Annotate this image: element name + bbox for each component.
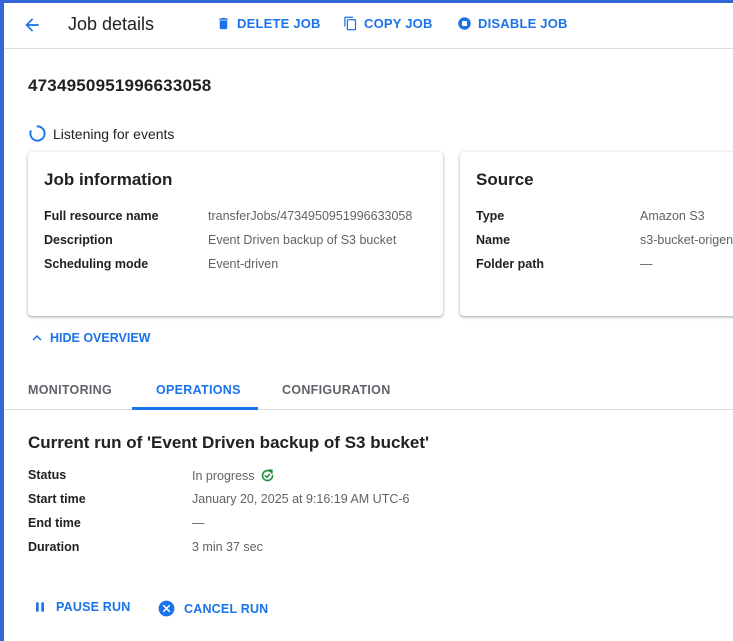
run-detail-value: In progress [192,468,275,483]
disable-job-label: DISABLE JOB [478,16,568,31]
job-status: Listening for events [28,124,174,143]
info-row: Description Event Driven backup of S3 bu… [44,233,396,247]
tab-operations[interactable]: OPERATIONS [156,383,241,397]
info-label: Full resource name [44,209,159,223]
stop-circle-icon [458,17,471,30]
run-detail-value: January 20, 2025 at 9:16:19 AM UTC-6 [192,492,410,506]
hide-overview-label: HIDE OVERVIEW [50,331,151,345]
info-label: Scheduling mode [44,257,149,271]
source-row: Name s3-bucket-origen [476,233,733,247]
source-label: Folder path [476,257,545,271]
tab-configuration[interactable]: CONFIGURATION [282,383,391,397]
page-header: Job details DELETE JOB COPY JOB DISABLE … [4,3,733,49]
hide-overview-button[interactable]: HIDE OVERVIEW [28,329,150,347]
source-value: — [640,257,653,271]
run-detail-label: Status [28,468,67,482]
page-title: Job details [68,14,155,34]
disable-job-button[interactable]: DISABLE JOB [457,16,568,31]
trash-icon [219,17,228,30]
copy-job-button[interactable]: COPY JOB [343,16,433,31]
info-row: Scheduling mode Event-driven [44,257,278,271]
cancel-icon [158,600,175,617]
run-detail-value: — [192,516,205,530]
pause-icon [36,602,44,612]
in-progress-icon [261,469,273,482]
run-detail-row: Start time January 20, 2025 at 9:16:19 A… [28,492,410,506]
info-row: Full resource name transferJobs/47349509… [44,209,412,223]
job-status-text: Listening for events [53,125,175,142]
pause-run-button[interactable]: PAUSE RUN [32,599,131,615]
copy-job-label: COPY JOB [364,16,433,31]
tab-bar: MONITORING OPERATIONS CONFIGURATION [4,373,733,410]
info-value: Event-driven [208,257,279,271]
current-run-title: Current run of 'Event Driven backup of S… [28,433,430,452]
loading-spinner-icon [29,125,46,142]
cancel-run-button[interactable]: CANCEL RUN [157,599,268,618]
delete-job-button[interactable]: DELETE JOB [216,16,321,31]
info-value: transferJobs/4734950951996633058 [208,209,413,223]
source-value: s3-bucket-origen [640,233,733,247]
run-detail-row: Status In progress [28,468,275,483]
source-row: Folder path — [476,257,653,271]
run-detail-value: 3 min 37 sec [192,540,263,554]
run-status-text: In progress [192,468,255,483]
source-label: Type [476,209,505,223]
job-details-page: Job details DELETE JOB COPY JOB DISABLE … [4,3,733,641]
copy-icon [344,16,357,31]
info-label: Description [44,233,113,247]
job-id: 4734950951996633058 [28,76,212,95]
run-detail-row: End time — [28,516,205,530]
cancel-run-label: CANCEL RUN [184,601,269,616]
source-row: Type Amazon S3 [476,209,705,223]
run-detail-label: Start time [28,492,86,506]
back-button[interactable] [20,13,44,37]
active-tab-indicator [132,407,258,410]
job-information-card: Job information Full resource name trans… [28,152,443,316]
chevron-up-icon [32,335,42,341]
source-card: Source Type Amazon S3 Name s3-bucket-ori… [460,152,733,316]
source-title: Source [476,170,534,189]
source-label: Name [476,233,511,247]
delete-job-label: DELETE JOB [237,16,321,31]
job-information-title: Job information [44,170,173,189]
run-detail-label: End time [28,516,81,530]
tab-monitoring[interactable]: MONITORING [28,383,112,397]
pause-run-label: PAUSE RUN [56,600,131,614]
run-detail-row: Duration 3 min 37 sec [28,540,263,554]
arrow-back-icon [25,18,39,32]
run-detail-label: Duration [28,540,80,554]
source-value: Amazon S3 [640,209,705,223]
info-value: Event Driven backup of S3 bucket [208,233,397,247]
